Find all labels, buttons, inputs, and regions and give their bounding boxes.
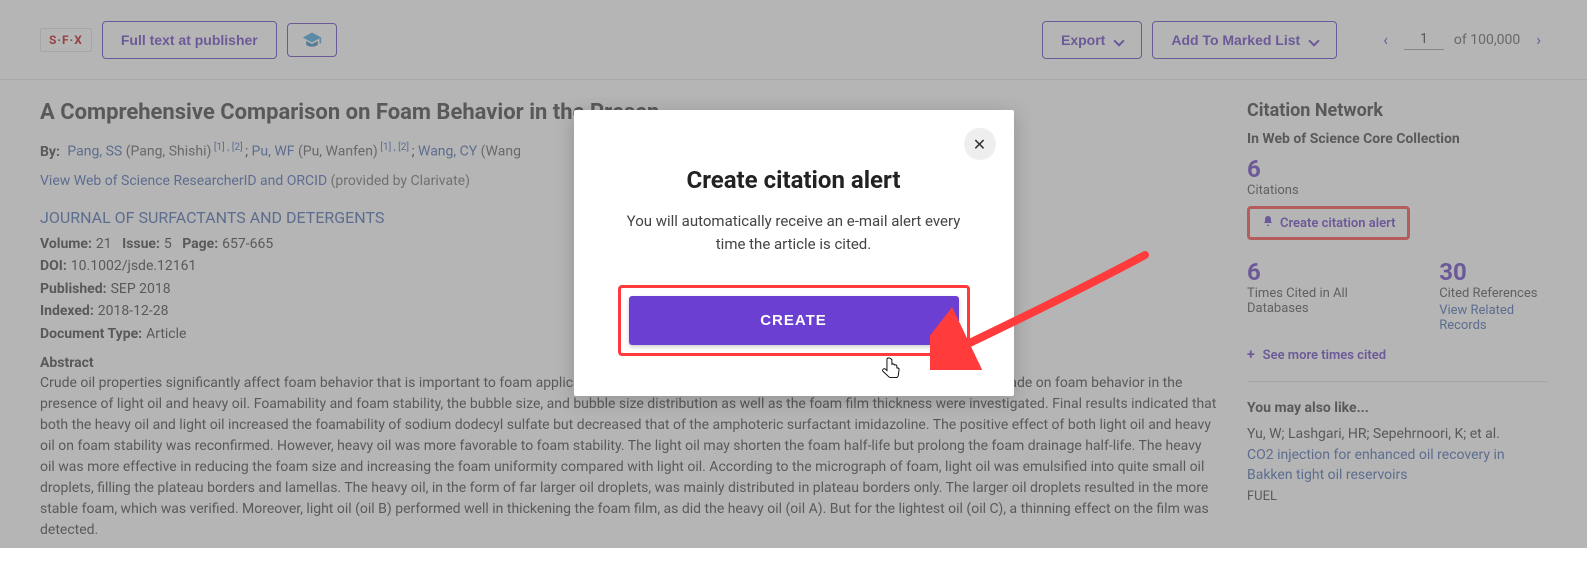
modal-overlay: ✕ Create citation alert You will automat…: [0, 0, 1587, 548]
cursor-icon: [881, 356, 903, 382]
create-button-highlight: CREATE: [618, 285, 970, 356]
close-icon[interactable]: ✕: [964, 128, 996, 160]
citation-alert-modal: ✕ Create citation alert You will automat…: [574, 110, 1014, 396]
modal-body: You will automatically receive an e-mail…: [618, 210, 970, 255]
create-button[interactable]: CREATE: [629, 296, 959, 345]
modal-title: Create citation alert: [618, 166, 970, 194]
